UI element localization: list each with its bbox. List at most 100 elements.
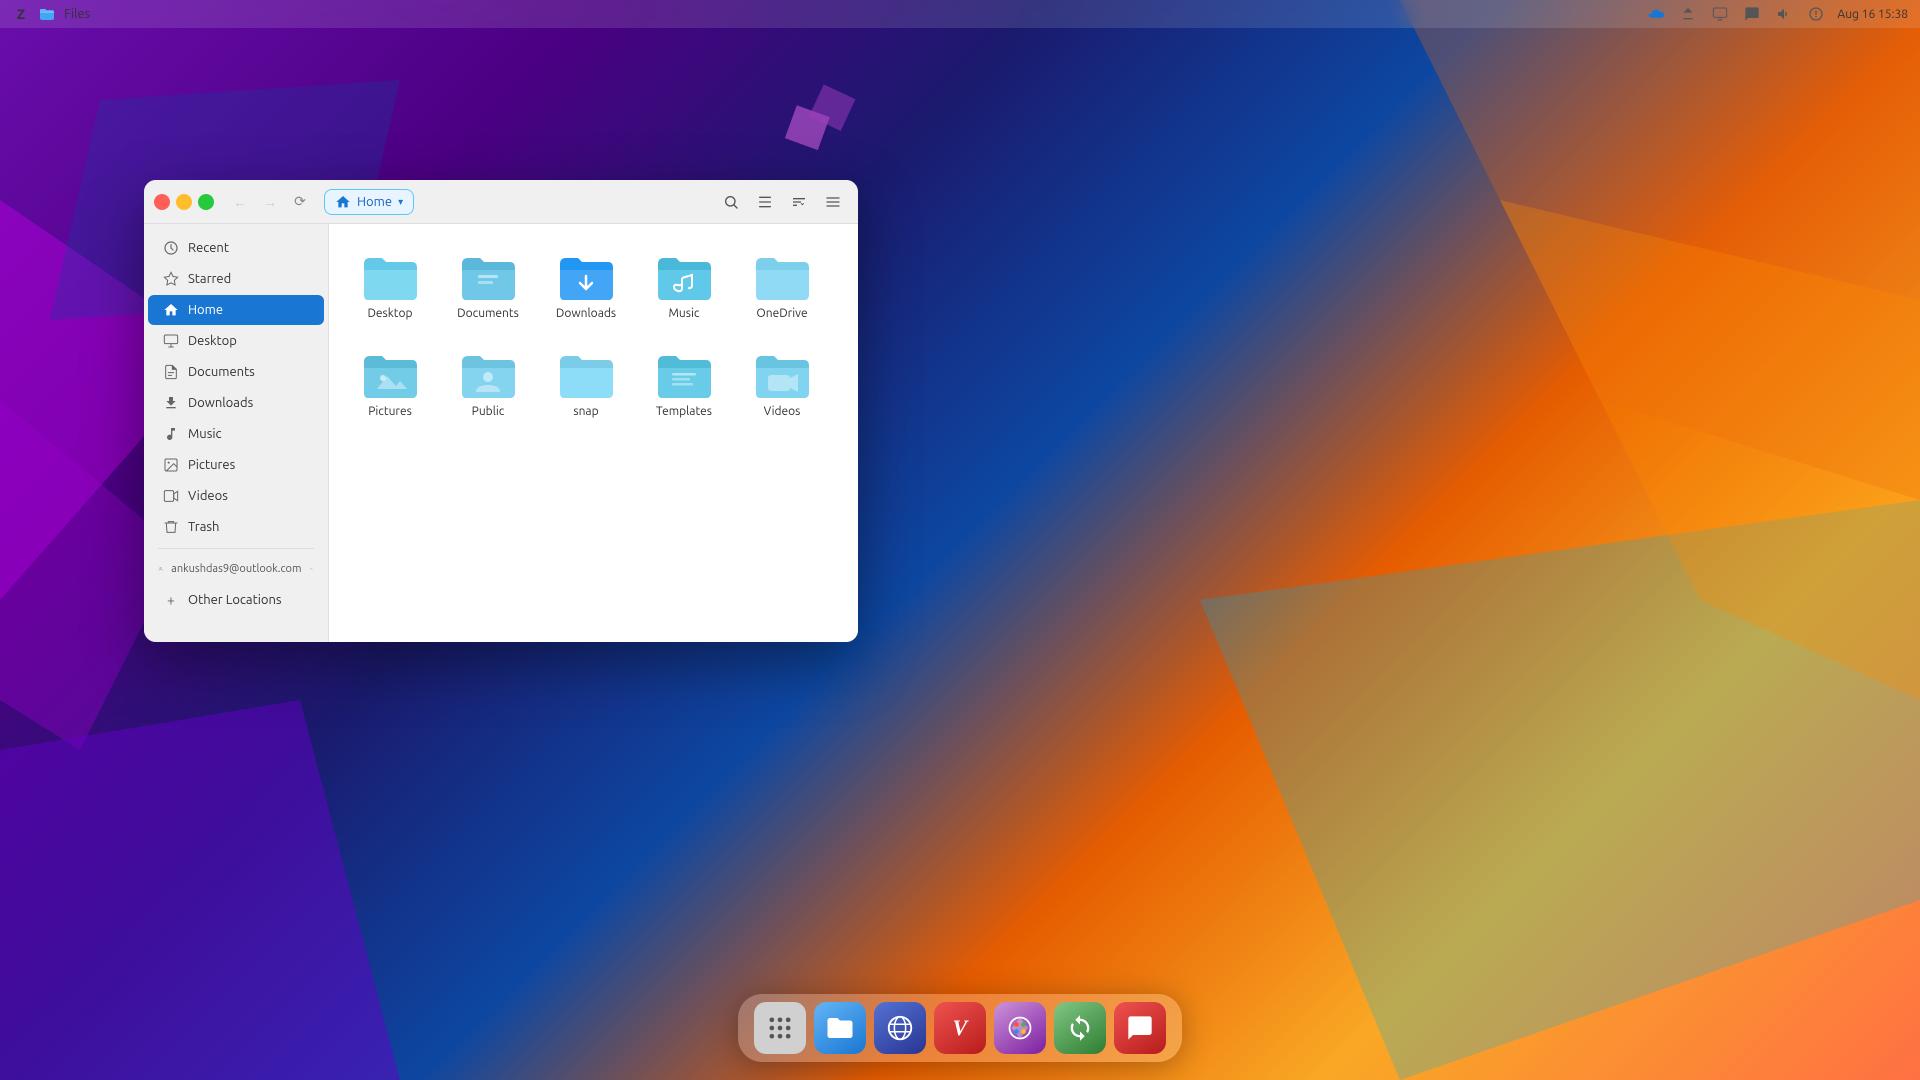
sidebar-item-other-locations[interactable]: + Other Locations: [148, 585, 324, 615]
starred-icon: [162, 270, 180, 288]
window-body: Recent Starred Home: [144, 224, 858, 642]
location-bar[interactable]: Home ▾: [324, 189, 414, 215]
documents-icon: [162, 363, 180, 381]
sidebar-item-downloads[interactable]: Downloads: [148, 388, 324, 418]
folder-desktop[interactable]: Desktop: [345, 240, 435, 330]
datetime: Aug 16 15:38: [1837, 8, 1908, 21]
sidebar-item-starred[interactable]: Starred: [148, 264, 324, 294]
sound-tray-icon[interactable]: [1773, 3, 1795, 25]
chat-tray-icon[interactable]: [1741, 3, 1763, 25]
folder-documents-label: Documents: [457, 306, 519, 322]
sidebar-item-trash[interactable]: Trash: [148, 512, 324, 542]
folder-desktop-label: Desktop: [367, 306, 412, 322]
location-text: Home: [357, 195, 392, 209]
folder-pictures[interactable]: Pictures: [345, 338, 435, 428]
back-button[interactable]: ←: [226, 188, 254, 216]
folder-documents-icon: [458, 250, 518, 302]
titlebar-actions: [716, 187, 848, 217]
onedrive-tray-icon[interactable]: [1645, 3, 1667, 25]
dock: V: [738, 994, 1182, 1062]
videos-icon: [162, 487, 180, 505]
sidebar-account[interactable]: ankushdas9@outlook.com: [144, 555, 328, 583]
folder-onedrive-label: OneDrive: [756, 306, 807, 322]
music-icon: [162, 425, 180, 443]
folder-snap[interactable]: snap: [541, 338, 631, 428]
trash-icon: [162, 518, 180, 536]
folder-downloads-icon: [556, 250, 616, 302]
recent-label: Recent: [188, 241, 229, 255]
desktop-icon: [162, 332, 180, 350]
z-logo-icon[interactable]: Z: [12, 5, 30, 23]
folder-downloads-label: Downloads: [556, 306, 616, 322]
power-tray-icon[interactable]: [1805, 3, 1827, 25]
folder-pictures-label: Pictures: [368, 404, 412, 420]
folder-public-label: Public: [472, 404, 505, 420]
dock-apps-button[interactable]: [754, 1002, 806, 1054]
folder-templates-icon: [654, 348, 714, 400]
folder-pictures-icon: [360, 348, 420, 400]
sidebar-item-music[interactable]: Music: [148, 419, 324, 449]
file-grid: Desktop Documents: [345, 240, 842, 427]
sidebar-separator: [158, 548, 314, 549]
folder-music-label: Music: [669, 306, 700, 322]
folder-videos-icon: [752, 348, 812, 400]
starred-label: Starred: [188, 272, 231, 286]
topbar-right: Aug 16 15:38: [1645, 3, 1908, 25]
sidebar-item-documents[interactable]: Documents: [148, 357, 324, 387]
account-email: ankushdas9@outlook.com: [171, 563, 301, 575]
app-title: Files: [64, 7, 90, 21]
dock-update-button[interactable]: [1054, 1002, 1106, 1054]
app-icon: [38, 5, 56, 23]
folder-videos-label: Videos: [764, 404, 801, 420]
folder-music-icon: [654, 250, 714, 302]
music-label: Music: [188, 427, 222, 441]
navigation-buttons: ← → ⟳: [226, 188, 314, 216]
minimize-button[interactable]: −: [176, 194, 192, 210]
videos-label: Videos: [188, 489, 228, 503]
dock-speak-button[interactable]: [1114, 1002, 1166, 1054]
trash-label: Trash: [188, 520, 219, 534]
file-manager-window: ✕ − ⊡ ← → ⟳ Home ▾: [144, 180, 858, 642]
menu-button[interactable]: [818, 187, 848, 217]
refresh-button[interactable]: ⟳: [286, 188, 314, 216]
folder-public[interactable]: Public: [443, 338, 533, 428]
dropdown-icon[interactable]: ▾: [398, 196, 403, 208]
folder-snap-label: snap: [573, 404, 598, 420]
dock-vivaldi-button[interactable]: V: [934, 1002, 986, 1054]
pictures-label: Pictures: [188, 458, 235, 472]
topbar: Z Files: [0, 0, 1920, 28]
downloads-icon: [162, 394, 180, 412]
folder-templates[interactable]: Templates: [639, 338, 729, 428]
sidebar-item-videos[interactable]: Videos: [148, 481, 324, 511]
folder-downloads[interactable]: Downloads: [541, 240, 631, 330]
sidebar-item-pictures[interactable]: Pictures: [148, 450, 324, 480]
home-label: Home: [188, 303, 223, 317]
dock-files-button[interactable]: [814, 1002, 866, 1054]
folder-onedrive[interactable]: OneDrive: [737, 240, 827, 330]
dock-colors-button[interactable]: [994, 1002, 1046, 1054]
eject-tray-icon[interactable]: [1677, 3, 1699, 25]
search-button[interactable]: [716, 187, 746, 217]
forward-button[interactable]: →: [256, 188, 284, 216]
home-icon: [162, 301, 180, 319]
dock-browser-button[interactable]: [874, 1002, 926, 1054]
list-view-button[interactable]: [750, 187, 780, 217]
folder-music[interactable]: Music: [639, 240, 729, 330]
folder-documents[interactable]: Documents: [443, 240, 533, 330]
sidebar-item-home[interactable]: Home: [148, 295, 324, 325]
documents-label: Documents: [188, 365, 255, 379]
recent-icon: [162, 239, 180, 257]
window-titlebar: ✕ − ⊡ ← → ⟳ Home ▾: [144, 180, 858, 224]
display-tray-icon[interactable]: [1709, 3, 1731, 25]
folder-snap-icon: [556, 348, 616, 400]
sort-button[interactable]: [784, 187, 814, 217]
folder-videos[interactable]: Videos: [737, 338, 827, 428]
pictures-icon: [162, 456, 180, 474]
folder-onedrive-icon: [752, 250, 812, 302]
topbar-left: Z Files: [12, 5, 90, 23]
maximize-button[interactable]: ⊡: [198, 194, 214, 210]
close-button[interactable]: ✕: [154, 194, 170, 210]
sidebar-item-desktop[interactable]: Desktop: [148, 326, 324, 356]
vivaldi-label: V: [953, 1015, 968, 1041]
sidebar-item-recent[interactable]: Recent: [148, 233, 324, 263]
